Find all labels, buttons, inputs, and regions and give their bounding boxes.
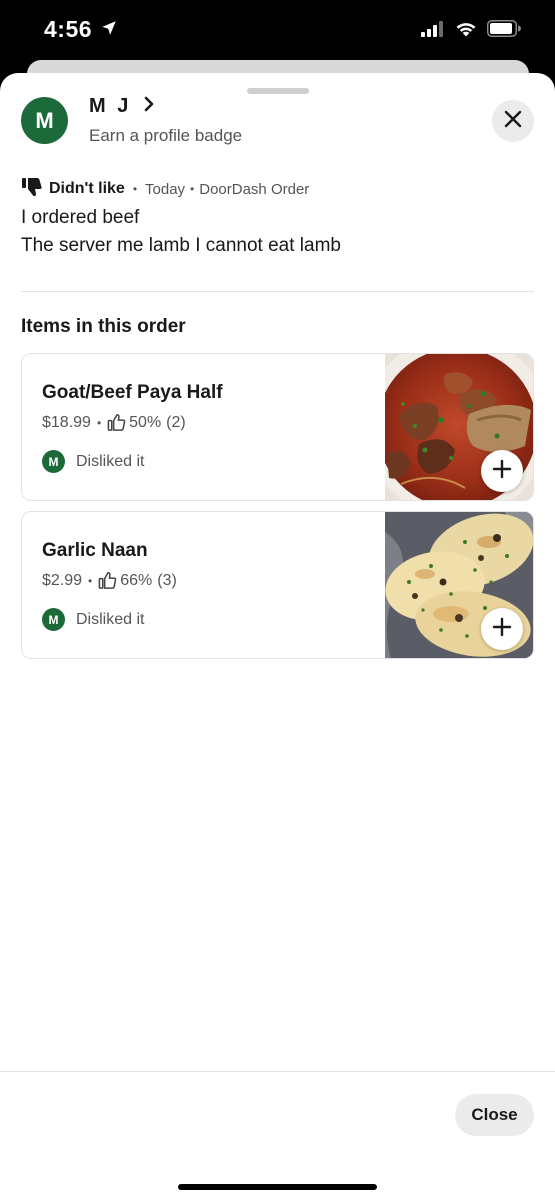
review-sheet: M M J Earn a profile badge Didn't like •… <box>0 73 555 1200</box>
add-item-button[interactable] <box>481 608 523 650</box>
review-meta: Didn't like • Today • DoorDash Order <box>21 177 309 201</box>
goat-beef-paya-curry-photo <box>365 354 533 500</box>
cellular-signal-icon <box>421 20 445 42</box>
divider <box>21 291 534 292</box>
plus-icon <box>492 459 512 484</box>
chevron-right-icon <box>143 95 155 118</box>
sheet-grabber[interactable] <box>247 88 309 94</box>
reviewer-avatar: M <box>42 450 65 473</box>
separator-dot: • <box>190 182 195 196</box>
item-feedback-label: Disliked it <box>76 610 145 628</box>
item-like-count: (2) <box>166 413 186 431</box>
status-bar: 4:56 <box>0 0 555 62</box>
item-like-count: (3) <box>157 571 177 589</box>
location-arrow-icon <box>100 16 118 43</box>
thumbs-down-icon <box>21 177 43 201</box>
item-name: Garlic Naan <box>42 540 148 561</box>
item-price: $2.99 <box>42 571 83 589</box>
review-date: Today <box>145 180 186 198</box>
item-like-percent: 66% <box>120 571 153 589</box>
item-feedback-label: Disliked it <box>76 452 145 470</box>
review-text: I ordered beef The server me lamb I cann… <box>21 204 341 260</box>
separator-dot: • <box>132 182 138 196</box>
items-section-title: Items in this order <box>21 316 186 337</box>
status-icons <box>421 20 521 42</box>
status-time: 4:56 <box>44 16 93 42</box>
order-item-card[interactable]: Goat/Beef Paya Half $18.99 • 50% (2) M D… <box>21 353 534 501</box>
item-feedback: M Disliked it <box>42 450 144 473</box>
wifi-icon <box>454 20 478 42</box>
thumbs-up-icon <box>107 413 126 432</box>
plus-icon <box>492 617 512 642</box>
status-time-group: 4:56 <box>44 16 118 43</box>
user-name: M J <box>89 95 132 117</box>
profile-link[interactable]: M J <box>89 95 155 118</box>
review-text-line: I ordered beef <box>21 207 140 228</box>
close-button[interactable]: Close <box>455 1094 534 1136</box>
review-source: DoorDash Order <box>199 180 310 198</box>
separator-dot: • <box>88 573 93 588</box>
item-feedback: M Disliked it <box>42 608 144 631</box>
item-stats: $2.99 • 66% (3) <box>42 571 177 590</box>
footer-divider <box>0 1071 555 1072</box>
order-item-card[interactable]: Garlic Naan $2.99 • 66% (3) M Disliked i… <box>21 511 534 659</box>
avatar[interactable]: M <box>21 97 68 144</box>
item-stats: $18.99 • 50% (2) <box>42 413 186 432</box>
review-text-line: The server me lamb I cannot eat lamb <box>21 235 341 256</box>
item-name: Goat/Beef Paya Half <box>42 382 223 403</box>
reviewer-avatar: M <box>42 608 65 631</box>
item-price: $18.99 <box>42 413 91 431</box>
profile-badge-prompt[interactable]: Earn a profile badge <box>89 126 242 146</box>
close-button-x[interactable] <box>492 100 534 142</box>
thumbs-up-icon <box>98 571 117 590</box>
add-item-button[interactable] <box>481 450 523 492</box>
item-like-percent: 50% <box>129 413 162 431</box>
close-icon <box>504 110 522 133</box>
home-indicator[interactable] <box>178 1184 377 1190</box>
separator-dot: • <box>96 415 102 430</box>
garlic-naan-photo <box>385 512 533 658</box>
battery-icon <box>487 20 521 42</box>
review-rating-label: Didn't like <box>49 180 125 197</box>
